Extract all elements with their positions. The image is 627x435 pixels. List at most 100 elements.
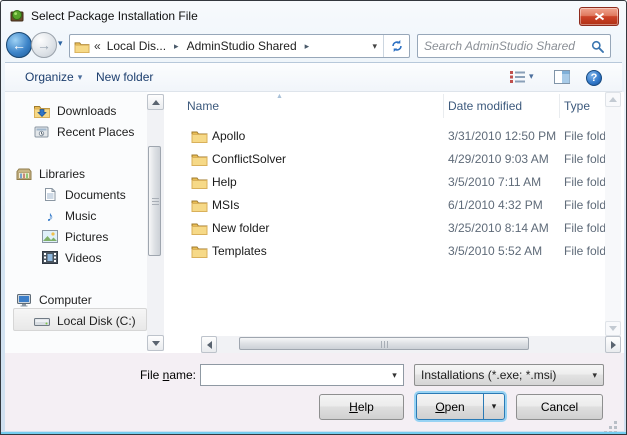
refresh-button[interactable] [383, 35, 409, 57]
file-name-input[interactable] [204, 366, 382, 384]
file-row[interactable]: Apollo 3/31/2010 12:50 PM File folder [167, 125, 609, 148]
resize-grip[interactable] [614, 421, 617, 424]
downloads-icon [34, 104, 50, 118]
sidebar-item-pictures[interactable]: Pictures [42, 226, 108, 247]
forward-button[interactable]: → [31, 32, 57, 58]
sidebar-item-documents[interactable]: Documents [42, 184, 126, 205]
list-header: ▲ Name Date modified Type [167, 92, 609, 120]
scroll-right-button[interactable] [605, 336, 621, 353]
scroll-down-button[interactable] [605, 321, 621, 336]
sidebar-scrollbar[interactable] [147, 94, 164, 351]
recent-places-icon [34, 125, 50, 139]
file-row[interactable]: ConflictSolver 4/29/2010 9:03 AM File fo… [167, 148, 609, 171]
music-icon: ♪ [42, 209, 58, 223]
back-button[interactable]: ← [6, 32, 32, 58]
file-type: File folder [564, 152, 610, 166]
main-content: Downloads Recent Places Libraries [5, 92, 624, 353]
scroll-up-button[interactable] [147, 94, 164, 110]
file-row[interactable]: MSIs 6/1/2010 4:32 PM File folder [167, 194, 609, 217]
sidebar-item-videos[interactable]: Videos [42, 247, 101, 268]
file-row[interactable]: Help 3/5/2010 7:11 AM File folder [167, 171, 609, 194]
folder-icon [191, 221, 208, 235]
cancel-button[interactable]: Cancel [516, 394, 603, 420]
address-bar[interactable]: « Local Dis... ▸ AdminStudio Shared ▸ ▾ [69, 34, 410, 58]
scrollbar-thumb[interactable] [239, 337, 529, 350]
button-label: elp [358, 400, 374, 414]
button-label: pen [445, 400, 465, 414]
computer-icon [16, 293, 32, 307]
help-button-footer[interactable]: Help [319, 394, 404, 420]
breadcrumb-segment-drive[interactable]: Local Dis... [103, 39, 170, 53]
file-type: File folder [564, 175, 610, 189]
chevron-right-icon[interactable]: ▸ [301, 41, 314, 52]
file-type: File folder [564, 221, 610, 235]
breadcrumb-segment-folder[interactable]: AdminStudio Shared [183, 39, 301, 53]
scroll-left-button[interactable] [201, 336, 217, 353]
scrollbar-thumb[interactable] [148, 146, 161, 256]
open-button-main[interactable]: Open [417, 394, 483, 419]
sidebar-item-label: Recent Places [57, 125, 134, 139]
sidebar-item-label: Libraries [39, 167, 85, 181]
preview-pane-button[interactable] [554, 70, 570, 84]
help-button[interactable]: ? [586, 70, 602, 86]
window-title: Select Package Installation File [31, 9, 198, 23]
open-split-dropdown[interactable]: ▾ [483, 394, 504, 419]
sidebar-item-label: Music [65, 209, 96, 223]
scroll-up-button[interactable] [605, 92, 621, 107]
sidebar-item-label: Local Disk (C:) [57, 314, 136, 328]
file-row[interactable]: Templates 3/5/2010 5:52 AM File folder [167, 240, 609, 263]
scroll-down-button[interactable] [147, 335, 164, 351]
new-folder-button[interactable]: New folder [96, 70, 153, 84]
documents-icon [42, 187, 58, 202]
sidebar-item-computer[interactable]: Computer [16, 289, 92, 310]
button-mnemonic: H [349, 400, 358, 414]
breadcrumb-overflow[interactable]: « [90, 39, 103, 53]
file-name: MSIs [212, 198, 239, 212]
list-vertical-scrollbar[interactable] [605, 92, 621, 336]
folder-icon [191, 198, 208, 212]
combobox-dropdown-button[interactable]: ▾ [386, 365, 403, 385]
sidebar-item-recent-places[interactable]: Recent Places [34, 121, 134, 142]
sidebar-item-label: Downloads [57, 104, 116, 118]
folder-icon [74, 40, 90, 53]
sidebar-item-libraries[interactable]: Libraries [16, 163, 85, 184]
views-button[interactable]: ▾ [509, 70, 534, 83]
triangle-down-icon [609, 326, 617, 331]
close-button[interactable] [579, 7, 619, 26]
sidebar-item-music[interactable]: ♪ Music [42, 205, 96, 226]
triangle-up-icon [609, 97, 617, 102]
sidebar-item-local-disk-c[interactable]: Local Disk (C:) [34, 310, 136, 331]
file-row[interactable]: New folder 3/25/2010 8:14 AM File folder [167, 217, 609, 240]
refresh-icon [390, 39, 404, 53]
address-dropdown-chevron-icon[interactable]: ▾ [366, 41, 383, 52]
sidebar-item-downloads[interactable]: Downloads [34, 100, 116, 121]
column-header-type[interactable]: Type [564, 99, 590, 113]
chevron-right-icon[interactable]: ▸ [170, 41, 183, 52]
column-separator[interactable] [443, 94, 444, 118]
disk-drive-icon [34, 315, 50, 327]
views-icon [509, 70, 526, 83]
column-header-date-modified[interactable]: Date modified [448, 99, 522, 113]
file-type-dropdown[interactable]: Installations (*.exe; *.msi) ▾ [414, 364, 604, 386]
folder-icon [191, 175, 208, 189]
file-type: File folder [564, 129, 610, 143]
folder-icon [191, 244, 208, 258]
label-part: ame: [169, 368, 196, 382]
column-separator[interactable] [559, 94, 560, 118]
titlebar[interactable]: Select Package Installation File [1, 1, 626, 30]
file-date: 6/1/2010 4:32 PM [448, 198, 543, 212]
search-input[interactable] [422, 36, 584, 56]
forward-arrow-icon: → [37, 37, 51, 53]
recent-pages-chevron-icon[interactable]: ▾ [58, 38, 63, 49]
file-date: 3/5/2010 5:52 AM [448, 244, 542, 258]
column-header-name[interactable]: Name [187, 99, 219, 113]
list-horizontal-scrollbar[interactable] [201, 336, 621, 353]
triangle-left-icon [207, 341, 212, 349]
label-part: File [140, 368, 163, 382]
open-button[interactable]: Open ▾ [416, 393, 505, 420]
file-name-label: File name: [65, 368, 196, 382]
app-icon [9, 7, 25, 23]
triangle-down-icon [152, 341, 160, 346]
file-type-value: Installations (*.exe; *.msi) [421, 368, 592, 382]
organize-menu-button[interactable]: Organize ▾ [25, 70, 82, 84]
